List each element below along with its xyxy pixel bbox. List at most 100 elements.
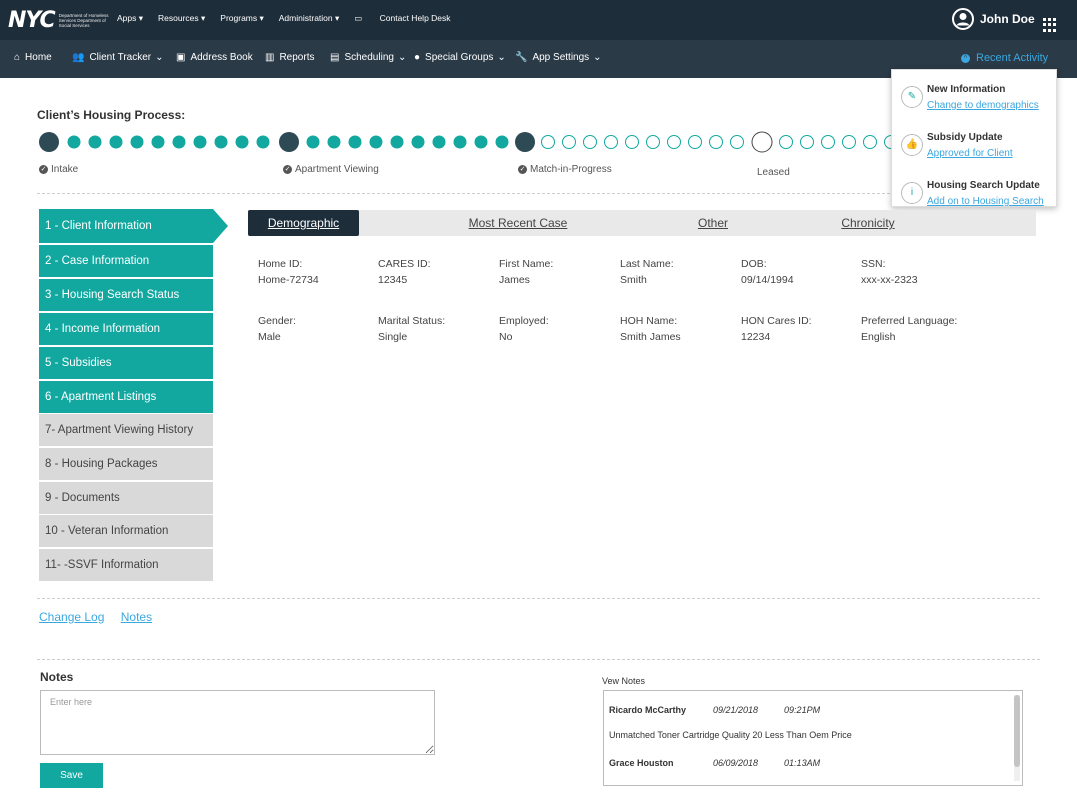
process-complete-dot bbox=[172, 135, 186, 149]
field-ssn: SSN: xxx-xx-2323 bbox=[861, 258, 918, 286]
divider bbox=[37, 659, 1040, 660]
activity-item: 👍 Subsidy Update Approved for Client bbox=[892, 122, 1058, 166]
step-housing-packages[interactable]: 8 - Housing Packages bbox=[39, 448, 213, 480]
process-pending-dot bbox=[709, 135, 723, 149]
process-pending-dot bbox=[667, 135, 681, 149]
detail-tabs: Demographic Most Recent Case Other Chron… bbox=[248, 210, 1036, 236]
step-apartment-listings[interactable]: 6 - Apartment Listings bbox=[39, 381, 213, 413]
step-documents[interactable]: 9 - Documents bbox=[39, 482, 213, 514]
process-complete-dot bbox=[235, 135, 249, 149]
notes-title: Notes bbox=[40, 670, 74, 684]
field-label: CARES ID: bbox=[378, 258, 431, 270]
step-income-information[interactable]: 4 - Income Information bbox=[39, 313, 213, 345]
field-label: SSN: bbox=[861, 258, 886, 270]
tab-other[interactable]: Other bbox=[678, 210, 748, 236]
process-complete-dot bbox=[214, 135, 228, 149]
note-time: 01:13AM bbox=[784, 758, 821, 768]
activity-item: i Housing Search Update Add on to Housin… bbox=[892, 170, 1058, 214]
field-label: HOH Name: bbox=[620, 315, 678, 327]
footer-links: Change Log Notes bbox=[39, 610, 165, 624]
process-complete-dot bbox=[256, 135, 270, 149]
check-icon: ✓ bbox=[39, 165, 48, 174]
process-pending-dot bbox=[842, 135, 856, 149]
activity-link[interactable]: Approved for Client bbox=[927, 148, 1013, 159]
process-complete-dot bbox=[390, 135, 404, 149]
process-complete-dot bbox=[432, 135, 446, 149]
field-value: Smith James bbox=[620, 331, 681, 343]
step-label: 10 - Veteran Information bbox=[45, 525, 169, 537]
step-apartment-viewing-history[interactable]: 7- Apartment Viewing History bbox=[39, 414, 213, 446]
field-value: Smith bbox=[620, 274, 647, 286]
field-cares-id: CARES ID: 12345 bbox=[378, 258, 431, 286]
scrollbar-thumb[interactable] bbox=[1014, 695, 1020, 767]
activity-title: Housing Search Update bbox=[927, 180, 1040, 191]
field-value: 12234 bbox=[741, 331, 771, 343]
step-case-information[interactable]: 2 - Case Information bbox=[39, 245, 213, 277]
process-milestone-dot bbox=[515, 132, 535, 152]
field-marital-status: Marital Status: Single bbox=[378, 315, 445, 343]
tab-most-recent-case[interactable]: Most Recent Case bbox=[453, 210, 583, 236]
view-notes-title: Vew Notes bbox=[602, 676, 646, 686]
field-value: Home-72734 bbox=[258, 274, 319, 286]
process-complete-dot bbox=[88, 135, 102, 149]
activity-title: New Information bbox=[927, 84, 1006, 95]
field-gender: Gender: Male bbox=[258, 315, 296, 343]
notes-link[interactable]: Notes bbox=[121, 610, 152, 624]
save-button[interactable]: Save bbox=[40, 763, 103, 788]
process-complete-dot bbox=[109, 135, 123, 149]
process-complete-dot bbox=[474, 135, 488, 149]
step-ssvf-information[interactable]: 11- -SSVF Information bbox=[39, 549, 213, 581]
tab-chronicity[interactable]: Chronicity bbox=[823, 210, 913, 236]
notes-scrollbar[interactable] bbox=[1014, 695, 1020, 781]
step-label: 3 - Housing Search Status bbox=[45, 289, 180, 301]
stage-intake: ✓ Intake bbox=[39, 164, 78, 175]
note-header: Grace Houston 06/09/2018 01:13AM bbox=[609, 758, 820, 768]
process-pending-dot bbox=[779, 135, 793, 149]
process-pending-dot bbox=[541, 135, 555, 149]
process-pending-dot bbox=[800, 135, 814, 149]
process-complete-dot bbox=[327, 135, 341, 149]
field-hoh-name: HOH Name: Smith James bbox=[620, 315, 681, 343]
process-complete-dot bbox=[495, 135, 509, 149]
view-notes-list[interactable]: Ricardo McCarthy 09/21/2018 09:21PM Unmatc… bbox=[603, 690, 1023, 786]
field-label: Last Name: bbox=[620, 258, 674, 270]
field-value: 12345 bbox=[378, 274, 408, 286]
process-complete-dot bbox=[151, 135, 165, 149]
note-date: 09/21/2018 bbox=[713, 705, 759, 715]
note-time: 09:21PM bbox=[784, 705, 821, 715]
field-label: Employed: bbox=[499, 315, 549, 327]
process-pending-dot bbox=[821, 135, 835, 149]
info-icon: i bbox=[901, 182, 923, 204]
step-veteran-information[interactable]: 10 - Veteran Information bbox=[39, 515, 213, 547]
notes-input[interactable] bbox=[40, 690, 435, 755]
field-first-name: First Name: James bbox=[499, 258, 553, 286]
note-author: Grace Houston bbox=[609, 758, 674, 768]
process-milestone-dot bbox=[279, 132, 299, 152]
process-pending-dot bbox=[562, 135, 576, 149]
note-date: 06/09/2018 bbox=[713, 758, 759, 768]
step-label: 2 - Case Information bbox=[45, 255, 150, 267]
field-preferred-language: Preferred Language: English bbox=[861, 315, 957, 343]
step-label: 7- Apartment Viewing History bbox=[45, 424, 194, 436]
activity-link[interactable]: Change to demographics bbox=[927, 100, 1039, 111]
activity-link[interactable]: Add on to Housing Search bbox=[927, 196, 1044, 207]
stage-leased: Leased bbox=[757, 167, 790, 178]
stage-apartment-viewing-label: Apartment Viewing bbox=[295, 164, 379, 175]
stage-match-label: Match-in-Progress bbox=[530, 164, 612, 175]
step-client-information[interactable]: 1 - Client Information bbox=[39, 209, 228, 243]
field-value: xxx-xx-2323 bbox=[861, 274, 918, 286]
field-value: Male bbox=[258, 331, 281, 343]
check-icon: ✓ bbox=[518, 165, 527, 174]
step-housing-search-status[interactable]: 3 - Housing Search Status bbox=[39, 279, 213, 311]
tab-demographic[interactable]: Demographic bbox=[248, 210, 359, 236]
process-complete-dot bbox=[411, 135, 425, 149]
process-pending-dot bbox=[730, 135, 744, 149]
field-label: Marital Status: bbox=[378, 315, 446, 327]
process-complete-dot bbox=[67, 135, 81, 149]
field-value: English bbox=[861, 331, 896, 343]
change-log-link[interactable]: Change Log bbox=[39, 610, 104, 624]
note-text: Unmatched Toner Cartridge Quality 20 Les… bbox=[609, 730, 852, 740]
field-value: Single bbox=[378, 331, 408, 343]
thumbs-up-icon: 👍 bbox=[901, 134, 923, 156]
step-subsidies[interactable]: 5 - Subsidies bbox=[39, 347, 213, 379]
